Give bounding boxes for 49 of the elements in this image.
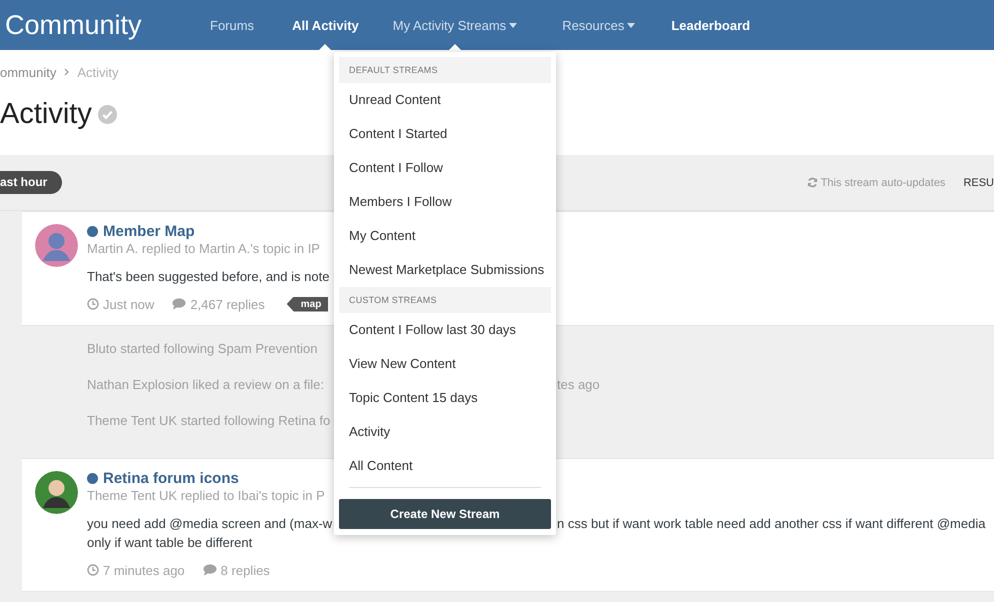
clock-icon (87, 298, 99, 310)
resume-link[interactable]: RESU (963, 176, 994, 188)
menu-item[interactable]: Topic Content 15 days (334, 381, 556, 415)
menu-item[interactable]: Newest Marketplace Submissions (334, 253, 556, 287)
clock-icon (87, 564, 99, 576)
menu-item[interactable]: My Content (334, 219, 556, 253)
speech-bubble-icon (202, 564, 217, 576)
check-circle-icon (98, 104, 117, 124)
topic-tag[interactable]: map (286, 296, 328, 312)
menu-item[interactable]: Content I Started (334, 117, 556, 151)
activity-text: Theme Tent UK started following Retina fo (87, 412, 330, 430)
activity-meta: Martin A. replied to Martin A.'s topic in IP (87, 240, 321, 257)
menu-item[interactable]: View New Content (334, 347, 556, 381)
menu-item[interactable]: Members I Follow (334, 185, 556, 219)
caret-icon (509, 23, 518, 28)
create-stream-button[interactable]: Create New Stream (339, 499, 551, 529)
avatar[interactable] (35, 471, 78, 514)
menu-section-heading: DEFAULT STREAMS (339, 57, 551, 83)
nav-link[interactable]: Forums (210, 0, 254, 50)
menu-item[interactable]: All Content (334, 449, 556, 483)
time-text: 7 minutes ago (103, 562, 185, 578)
auto-update-note: This stream auto-updates (820, 176, 946, 188)
menu-item[interactable]: Unread Content (334, 83, 556, 117)
refresh-icon (806, 177, 818, 188)
menu-item[interactable]: Content I Follow last 30 days (334, 313, 556, 347)
post-excerpt: n css but if want work table need add another css if want different @media (557, 515, 986, 533)
activity-meta: Theme Tent UK replied to Ibai's topic in P (87, 487, 326, 504)
activity-text: Nathan Explosion liked a review on a file: (87, 376, 324, 394)
time-filter-button[interactable]: ast hour (0, 171, 62, 194)
timestamp: tes ago (557, 376, 601, 394)
nav-link[interactable]: My Activity Streams (392, 0, 518, 50)
chevron-icon (64, 68, 70, 76)
nav-link[interactable]: All Activity (292, 0, 359, 50)
page-title: Activity (0, 98, 92, 130)
time-text: Just now (103, 296, 154, 312)
topic-link[interactable]: Member Map (103, 222, 195, 240)
nav-link[interactable]: Resources (562, 0, 636, 50)
menu-item[interactable]: Activity (334, 415, 556, 449)
speech-bubble-icon (172, 298, 186, 310)
site-logo[interactable]: Community (5, 10, 210, 40)
nav-link[interactable]: Leaderboard (671, 0, 750, 50)
post-excerpt: That's been suggested before, and is note (87, 268, 330, 286)
post-excerpt: you need add @media screen and (max-w (87, 515, 332, 533)
activity-text: Bluto started following Spam Prevention (87, 340, 318, 358)
menu-section-heading: CUSTOM STREAMS (339, 287, 551, 313)
menu-item[interactable]: Content I Follow (334, 151, 556, 185)
topic-link[interactable]: Retina forum icons (103, 470, 239, 486)
post-excerpt: only if want table be different (87, 534, 252, 552)
caret-icon (627, 23, 636, 28)
